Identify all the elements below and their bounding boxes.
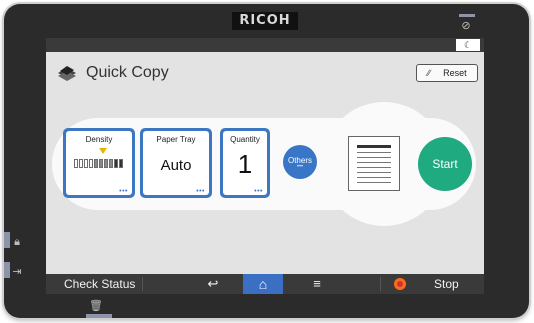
quantity-label: Quantity [230, 135, 260, 144]
density-step [84, 159, 88, 168]
home-icon[interactable]: ⌂ [243, 274, 283, 294]
page-title: Quick Copy [56, 62, 169, 84]
more-dots-icon: ••• [254, 188, 263, 195]
stop-button[interactable]: Stop [434, 274, 459, 294]
stop-icon[interactable] [394, 278, 406, 290]
others-button[interactable]: Others ••• [283, 145, 317, 179]
touch-screen: ☾ Quick Copy ∕∕ Reset Density ••• Paper … [46, 38, 484, 294]
left-tab-lower [4, 262, 10, 278]
density-step [114, 159, 118, 168]
more-dots-icon: ••• [119, 188, 128, 195]
check-status-button[interactable]: Check Status [64, 274, 135, 294]
density-step [89, 159, 93, 168]
status-bar: ☾ [46, 38, 484, 52]
quantity-card[interactable]: Quantity 1 ••• [220, 128, 270, 198]
quantity-value: 1 [237, 149, 253, 179]
document-preview-icon[interactable] [348, 136, 400, 191]
density-step [104, 159, 108, 168]
density-level-marker-icon [99, 148, 107, 154]
bottom-bar: Check Status ↩ ⌂ ≡ Stop [46, 274, 484, 294]
divider [380, 277, 381, 291]
paper-tray-value: Auto [160, 157, 192, 174]
reset-label: Reset [443, 68, 467, 78]
indicator-tab [459, 14, 475, 17]
reset-button[interactable]: ∕∕ Reset [416, 64, 478, 82]
moon-icon[interactable]: ☾ [456, 39, 480, 51]
density-step [94, 159, 98, 168]
brand-logo: RICOH [232, 12, 298, 30]
reset-icon: ∕∕ [427, 68, 431, 78]
density-step [109, 159, 113, 168]
paper-tray-label: Paper Tray [156, 135, 196, 144]
login-icon[interactable]: ⇥ [11, 266, 23, 278]
page-title-text: Quick Copy [86, 64, 169, 81]
left-tab-upper [4, 232, 10, 248]
bottom-indicator-tab [86, 314, 112, 318]
back-arrow-icon[interactable]: ↩ [198, 274, 228, 294]
paper-tray-card[interactable]: Paper Tray Auto ••• [140, 128, 212, 198]
more-dots-icon: ••• [196, 188, 205, 195]
density-card[interactable]: Density ••• [63, 128, 135, 198]
density-step [79, 159, 83, 168]
density-step [119, 159, 123, 168]
density-step [74, 159, 78, 168]
copy-stack-icon [58, 66, 76, 81]
density-label: Density [85, 135, 113, 144]
density-scale [74, 159, 123, 168]
density-step [99, 159, 103, 168]
menu-icon[interactable]: ≡ [302, 274, 332, 294]
data-in-icon: 🗑︎ [89, 300, 103, 312]
more-dots-icon: ••• [296, 164, 304, 170]
power-saver-icon[interactable]: ⊘ [459, 20, 473, 32]
divider [142, 277, 143, 291]
start-button[interactable]: Start [418, 137, 472, 191]
lock-icon[interactable]: 🔒︎ [11, 236, 23, 248]
